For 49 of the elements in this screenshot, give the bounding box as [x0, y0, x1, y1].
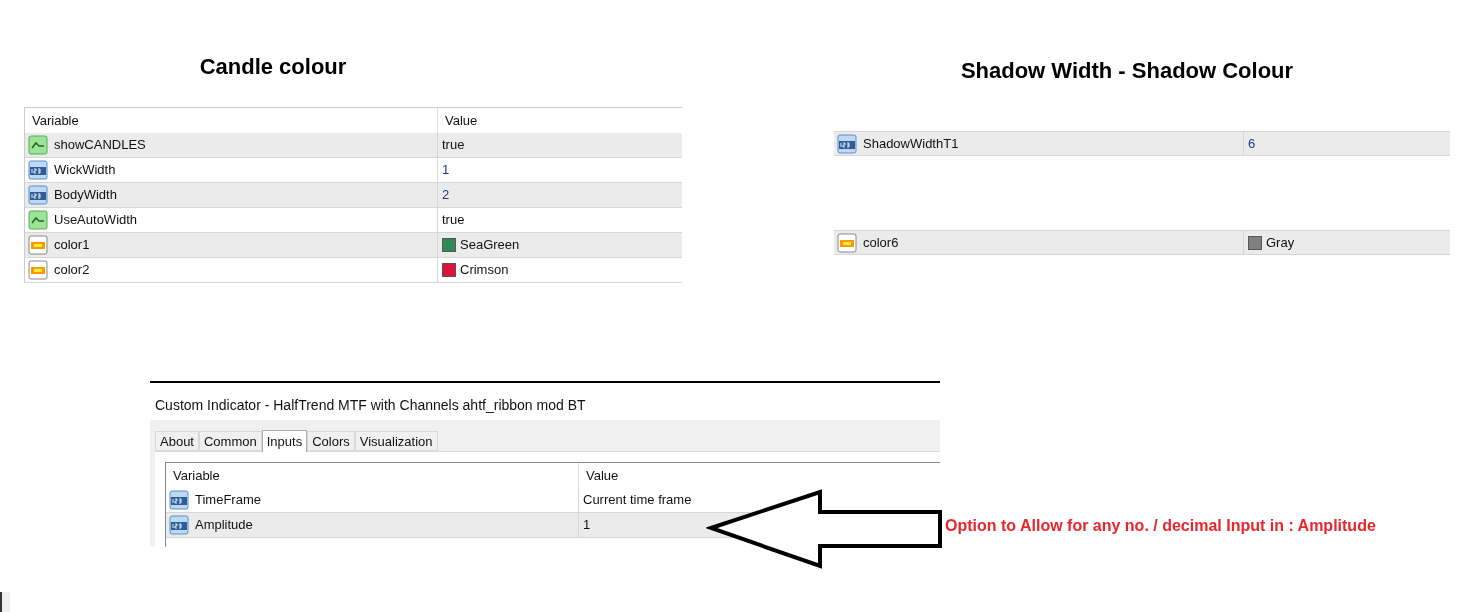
number-icon	[169, 490, 189, 510]
column-header[interactable]: Value	[579, 463, 619, 488]
column-header[interactable]: Value	[438, 108, 478, 133]
table-row[interactable]: color2 Crimson	[25, 258, 682, 283]
table-row[interactable]: BodyWidth 2	[25, 183, 682, 208]
value-text: 6	[1248, 134, 1256, 153]
value-text: true	[442, 136, 465, 155]
value-text: 1	[442, 161, 450, 180]
table-row[interactable]: ShadowWidthT1 6	[834, 131, 1450, 156]
value-text: Gray	[1266, 233, 1295, 252]
table-row[interactable]: color1 SeaGreen	[25, 233, 682, 258]
toggle-icon	[28, 135, 48, 155]
number-icon	[28, 160, 48, 180]
annotation-text: Option to Allow for any no. / decimal Input in : Amplitude	[945, 516, 1376, 536]
section-title: Candle colour	[198, 53, 348, 81]
variable-name: Amplitude	[195, 516, 253, 535]
tab[interactable]: Colors	[307, 431, 355, 451]
variable-name: color6	[863, 233, 899, 252]
tab[interactable]: About	[155, 431, 199, 451]
tab[interactable]: Visualization	[354, 431, 438, 451]
tab[interactable]: Common	[199, 431, 262, 451]
number-icon	[28, 185, 48, 205]
variable-name: WickWidth	[54, 161, 116, 180]
value-text: SeaGreen	[460, 236, 520, 255]
value-text: true	[442, 211, 465, 230]
variable-name: ShadowWidthT1	[863, 134, 959, 153]
value-text: 1	[583, 516, 591, 535]
section-title: Shadow Width - Shadow Colour	[959, 57, 1295, 85]
color-icon	[28, 260, 48, 280]
variable-name: BodyWidth	[54, 186, 117, 205]
value-text: Crimson	[460, 261, 509, 280]
table-row[interactable]: showCANDLES true	[25, 133, 682, 158]
table-row[interactable]: UseAutoWidth true	[25, 208, 682, 233]
color-icon	[28, 235, 48, 255]
toggle-icon	[28, 210, 48, 230]
number-icon	[837, 133, 857, 154]
variable-name: UseAutoWidth	[54, 211, 138, 230]
variable-name: color1	[54, 236, 90, 255]
variable-name: showCANDLES	[54, 136, 146, 155]
window-edge	[0, 592, 10, 612]
variable-name: color2	[54, 261, 90, 280]
table-row[interactable]: color6 Gray	[834, 230, 1450, 255]
tab[interactable]: Inputs	[261, 430, 308, 452]
value-text: 2	[442, 186, 450, 205]
number-icon	[169, 515, 189, 535]
variable-name: TimeFrame	[195, 491, 261, 510]
value-text: Current time frame	[583, 491, 692, 510]
color-icon	[837, 232, 857, 253]
table-row[interactable]: WickWidth 1	[25, 158, 682, 183]
